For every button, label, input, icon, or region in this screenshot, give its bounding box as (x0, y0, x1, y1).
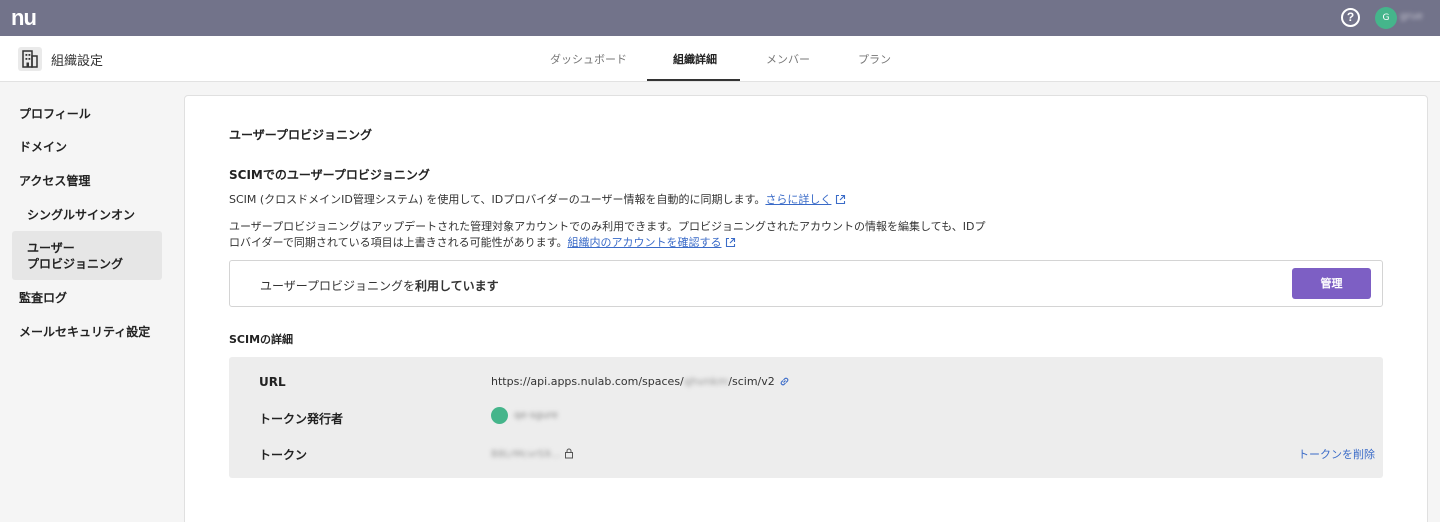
issuer-label: トークン発行者 (259, 412, 344, 426)
provisioning-note: ユーザープロビジョニングはアップデートされた管理対象アカウントでのみ利用できます… (229, 219, 986, 253)
status-value: 利用しています (415, 279, 499, 293)
provisioning-note-text: ロバイダーで同期されている項目は上書きされる可能性があります。 (229, 236, 568, 249)
provisioning-note-line2: ロバイダーで同期されている項目は上書きされる可能性があります。組織内のアカウント… (229, 235, 986, 253)
url-label: URL (259, 375, 286, 389)
provisioning-status-box: ユーザープロビジョニングを利用しています 管理 (229, 260, 1383, 307)
sidebar-item-sso[interactable]: シングルサインオン (27, 206, 135, 223)
active-tab-indicator (647, 79, 740, 81)
copy-link-icon[interactable] (779, 376, 790, 390)
tab-org-details[interactable]: 組織詳細 (673, 51, 717, 67)
status-prefix: ユーザープロビジョニングを (260, 279, 416, 293)
check-accounts-link[interactable]: 組織内のアカウントを確認する (567, 236, 721, 249)
sidebar-item-mail-security[interactable]: メールセキュリティ設定 (19, 323, 150, 340)
token-label: トークン (259, 448, 308, 462)
tab-plan[interactable]: プラン (858, 51, 891, 67)
external-link-icon (835, 194, 846, 210)
scim-description-text: SCIM (クロスドメインID管理システム) を使用して、IDプロバイダーのユー… (229, 193, 766, 206)
building-icon (18, 47, 42, 71)
top-bar: nu ? G grue (0, 0, 1440, 36)
issuer-name: qe-sgure (514, 410, 559, 421)
external-link-icon (725, 237, 736, 253)
token-value-wrap: B8LrMcvrS9... (491, 447, 574, 462)
sidebar-item-domain[interactable]: ドメイン (19, 138, 67, 155)
issuer-avatar (491, 407, 508, 424)
scim-details-box: URL https://api.apps.nulab.com/spaces/qh… (229, 357, 1383, 478)
scim-description: SCIM (クロスドメインID管理システム) を使用して、IDプロバイダーのユー… (229, 192, 846, 210)
sidebar-item-access-management[interactable]: アクセス管理 (19, 172, 90, 189)
scim-url: https://api.apps.nulab.com/spaces/qhvnkm… (491, 375, 790, 390)
sidebar-item-label-line2: プロビジョニング (27, 257, 124, 271)
token-value: B8LrMcvrS9... (491, 449, 561, 460)
app-logo[interactable]: nu (11, 6, 37, 30)
lock-icon (564, 448, 574, 462)
scim-url-masked: qhvnkm (683, 375, 729, 388)
user-name[interactable]: grue (1400, 11, 1423, 22)
scim-url-suffix: /scim/v2 (728, 375, 775, 388)
delete-token-link[interactable]: トークンを削除 (1298, 446, 1375, 462)
provisioning-note-line1: ユーザープロビジョニングはアップデートされた管理対象アカウントでのみ利用できます… (229, 220, 986, 233)
sidebar-item-profile[interactable]: プロフィール (19, 105, 91, 122)
sidebar-item-label-line1: ユーザー (27, 241, 75, 255)
scim-url-prefix: https://api.apps.nulab.com/spaces/ (491, 375, 684, 388)
sidebar-item-user-provisioning[interactable]: ユーザー プロビジョニング (27, 240, 123, 272)
provisioning-status-text: ユーザープロビジョニングを利用しています (260, 277, 499, 294)
user-avatar[interactable]: G (1375, 7, 1397, 29)
sidebar-item-audit-log[interactable]: 監査ログ (19, 289, 67, 306)
manage-button[interactable]: 管理 (1292, 268, 1371, 299)
tab-dashboard[interactable]: ダッシュボード (550, 51, 627, 67)
tab-members[interactable]: メンバー (766, 51, 810, 67)
learn-more-link[interactable]: さらに詳しく (765, 193, 831, 206)
help-icon[interactable]: ? (1341, 8, 1360, 27)
scim-heading: SCIMでのユーザープロビジョニング (229, 168, 430, 182)
page-title: 組織設定 (51, 54, 104, 69)
section-heading: ユーザープロビジョニング (229, 128, 373, 142)
scim-details-heading: SCIMの詳細 (229, 333, 294, 346)
sub-header: 組織設定 ダッシュボード 組織詳細 メンバー プラン (0, 36, 1440, 82)
